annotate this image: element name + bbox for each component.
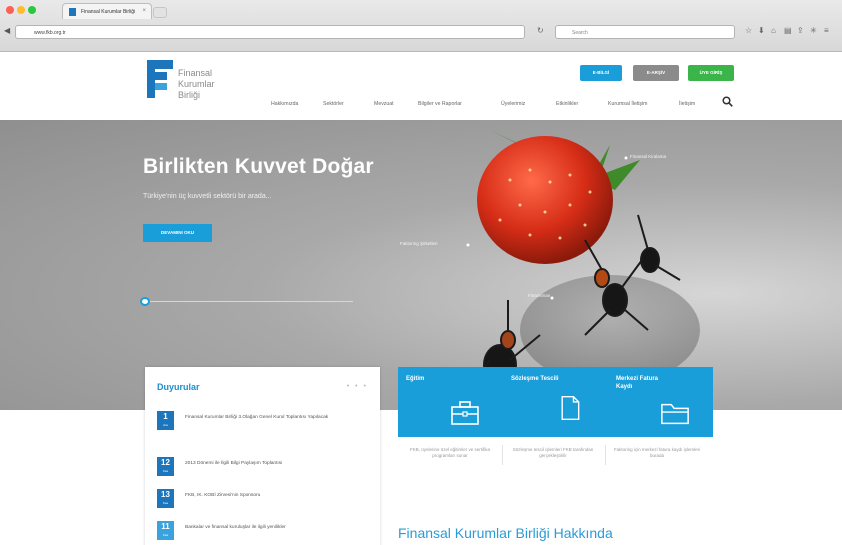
maximize-window-icon[interactable] — [28, 6, 36, 14]
member-login-button[interactable]: ÜYE GİRİŞ — [688, 65, 734, 81]
document-icon — [561, 396, 580, 420]
read-more-button[interactable]: DEVAMINI OKU — [143, 224, 212, 242]
share-icon[interactable]: ⇪ — [797, 26, 804, 35]
new-tab-button[interactable] — [153, 7, 167, 18]
features-bar: Eğitim Sözleşme Tescili Merkezi Fatura K… — [398, 367, 713, 437]
feature-description: Sözleşme tescil işlemleri FKB tarafından… — [512, 447, 594, 458]
folder-icon — [661, 403, 689, 425]
feature-description: FKB, üyelerine özel eğitimler ve sertifi… — [409, 447, 491, 458]
hero-title: Birlikten Kuvvet Doğar — [143, 155, 374, 178]
hero-annotation-3: Finansman — [528, 293, 551, 298]
tab-title: Finansal Kurumlar Birliği — [81, 9, 136, 15]
hero-slider-handle[interactable] — [140, 297, 150, 306]
nav-item-corporate[interactable]: Kurumsal İletişim — [608, 101, 648, 107]
e-bilgi-button[interactable]: E-BİLGİ — [580, 65, 622, 81]
feature-invoice-registry[interactable]: Merkezi Fatura Kaydı — [608, 375, 708, 435]
nav-item-about[interactable]: Hakkımızda — [271, 101, 298, 107]
nav-item-sectors[interactable]: Sektörler — [323, 101, 344, 107]
e-arsiv-button[interactable]: E-ARŞİV — [633, 65, 679, 81]
browser-search-input[interactable]: Search — [555, 25, 735, 39]
download-icon[interactable]: ⬇ — [758, 26, 765, 35]
nav-item-reports[interactable]: Bilgiler ve Raporlar — [418, 101, 462, 107]
browser-tab[interactable]: Finansal Kurumlar Birliği × — [62, 3, 152, 19]
date-badge: 12 Kas — [157, 457, 174, 476]
favicon-icon — [69, 8, 76, 16]
feature-divider — [502, 445, 503, 465]
announcement-item[interactable]: 11 Kas Bankalar ve finansal kuruluşlar il… — [157, 521, 373, 545]
browser-chrome: Finansal Kurumlar Birliği × ◀ www.fkb.or… — [0, 0, 842, 52]
logo-line-1: Finansal — [178, 68, 213, 78]
search-icon[interactable] — [722, 96, 733, 107]
nav-item-legislation[interactable]: Mevzuat — [374, 101, 394, 107]
date-badge: 1 Ara — [157, 411, 174, 430]
tab-close-icon[interactable]: × — [142, 8, 146, 14]
announcement-item[interactable]: 1 Ara Finansal Kurumlar Birliği 3.Olağan … — [157, 411, 373, 437]
hero-subtitle: Türkiye'nin üç kuvvetli sektörü bir arad… — [143, 193, 272, 200]
logo-text[interactable]: Finansal Kurumlar Birliği — [178, 68, 248, 101]
addon-icon[interactable]: ✳ — [810, 26, 817, 35]
hero-annotation-2: Faktoring Şirketleri — [400, 241, 438, 246]
search-placeholder: Search — [572, 30, 588, 36]
reload-icon[interactable]: ↻ — [537, 26, 544, 35]
feature-label: Eğitim — [406, 376, 425, 382]
hero-slider-track[interactable] — [143, 301, 353, 302]
nav-item-contact[interactable]: İletişim — [679, 101, 695, 107]
feature-label: Merkezi Fatura Kaydı — [616, 376, 659, 390]
hero-annotation-1: Finansal Kiralama — [630, 154, 667, 159]
announcement-item[interactable]: 12 Kas 2013 Dönemi ile İlgili Bilgi Payla… — [157, 457, 373, 483]
home-icon[interactable]: ⌂ — [771, 26, 776, 35]
url-bar[interactable]: www.fkb.org.tr — [15, 25, 525, 39]
announcement-text[interactable]: Finansal Kurumlar Birliği 3.Olağan Genel… — [185, 414, 370, 421]
date-badge: 11 Kas — [157, 521, 174, 540]
logo-line-2: Kurumlar — [178, 79, 215, 89]
web-page: Finansal Kurumlar Birliği E-BİLGİ E-ARŞİ… — [0, 52, 842, 545]
url-text: www.fkb.org.tr — [34, 30, 66, 36]
menu-icon[interactable]: ≡ — [824, 26, 829, 35]
feature-description: Faktoring için merkezi fatura kaydı işle… — [613, 447, 701, 458]
minimize-window-icon[interactable] — [17, 6, 25, 14]
logo-line-3: Birliği — [178, 90, 201, 100]
close-window-icon[interactable] — [6, 6, 14, 14]
clipboard-icon[interactable]: ▤ — [784, 26, 792, 35]
date-badge: 13 Kas — [157, 489, 174, 508]
back-icon[interactable]: ◀ — [4, 26, 10, 35]
bookmark-star-icon[interactable]: ☆ — [745, 26, 752, 35]
announcement-text[interactable]: 2013 Dönemi ile İlgili Bilgi Paylaşım To… — [185, 460, 370, 467]
nav-item-events[interactable]: Etkinlikler — [556, 101, 578, 107]
nav-item-members[interactable]: Üyelerimiz — [501, 101, 525, 107]
announcement-item[interactable]: 13 Kas FKB, IK. KOBİ Zirvesi'nin Sponsoru — [157, 489, 373, 515]
announcements-title: Duyurular — [157, 382, 200, 392]
feature-label: Sözleşme Tescili — [511, 376, 559, 382]
about-section-title: Finansal Kurumlar Birliği Hakkında — [398, 525, 613, 541]
more-dots-icon[interactable]: • • • — [347, 383, 368, 390]
announcement-text[interactable]: Bankalar ve finansal kuruluşlar ile ilgi… — [185, 524, 370, 531]
feature-education[interactable]: Eğitim — [398, 375, 498, 435]
feature-contract-registry[interactable]: Sözleşme Tescili — [503, 375, 603, 435]
briefcase-icon — [451, 401, 479, 425]
announcements-panel: Duyurular • • • 1 Ara Finansal Kurumlar B… — [145, 367, 380, 545]
announcement-text[interactable]: FKB, IK. KOBİ Zirvesi'nin Sponsoru — [185, 492, 370, 499]
feature-divider — [605, 445, 606, 465]
fkb-logo-icon[interactable] — [147, 60, 173, 98]
